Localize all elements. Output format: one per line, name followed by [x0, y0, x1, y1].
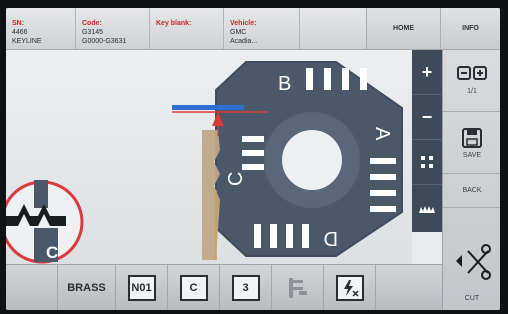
profile-letter: C — [46, 243, 58, 262]
back-label: BACK — [462, 187, 482, 194]
wheel-hub — [282, 130, 342, 190]
side-letter-a: A — [371, 127, 393, 141]
notch — [370, 158, 396, 164]
header-vehicle: Vehicle: GMC Acadia... — [224, 8, 300, 49]
power-cut-button[interactable] — [324, 265, 376, 310]
side-letter-c: C — [225, 172, 247, 186]
notch — [370, 174, 396, 180]
material-selector[interactable]: BRASS — [58, 265, 116, 310]
code-key: Code: — [82, 20, 102, 27]
plus-icon: + — [421, 61, 433, 82]
side-letter-b: B — [278, 73, 291, 95]
header-bar: SN: 4466 KEYLINE Code: G3145 G0000-G3631… — [6, 8, 500, 50]
notch — [270, 224, 277, 248]
lightning-x-icon — [343, 280, 359, 297]
profile-view-button[interactable] — [412, 185, 442, 230]
notch — [306, 68, 313, 90]
bottom-toolbar: BRASS N01 C 3 — [6, 264, 442, 310]
zoom-in-button[interactable]: + — [412, 50, 442, 95]
notch — [342, 68, 349, 90]
sn-key: SN: — [12, 20, 25, 27]
cut-label: CUT — [464, 295, 480, 302]
notch — [360, 68, 367, 90]
header-sn: SN: 4466 KEYLINE — [6, 8, 76, 49]
notch — [242, 136, 264, 142]
key-wheel-canvas: B A D C C — [6, 61, 403, 264]
tool-3-label: 3 — [242, 282, 249, 294]
key-blade — [202, 130, 220, 260]
caliper-icon — [288, 278, 307, 298]
right-panel: 1/1 SAVE BACK CUT — [442, 50, 500, 310]
header-keyblank: Key blank: — [150, 8, 224, 49]
zoom-toolbar: + − — [412, 50, 442, 232]
home-button[interactable]: HOME — [366, 8, 440, 49]
key-sides-icon — [457, 66, 487, 80]
tool-n01-label: N01 — [131, 282, 152, 294]
notch — [242, 150, 264, 156]
header-code: Code: G3145 G0000-G3631 — [76, 8, 150, 49]
caliper-button[interactable] — [272, 265, 324, 310]
fit-view-button[interactable] — [412, 140, 442, 185]
notch — [242, 164, 264, 170]
cut-button[interactable]: CUT — [443, 208, 500, 310]
code-range: G0000-G3631 — [82, 38, 127, 45]
vehicle-key: Vehicle: — [230, 20, 257, 27]
page-indicator: 1/1 — [467, 88, 477, 95]
material-label: BRASS — [67, 282, 106, 294]
save-label: SAVE — [462, 151, 482, 159]
tool-n01-box: N01 — [127, 275, 156, 301]
fit-view-icon — [421, 156, 433, 168]
notch — [324, 68, 331, 90]
keyblank-key: Key blank: — [156, 20, 192, 27]
vehicle-model: Acadia... — [230, 38, 258, 45]
notch — [302, 224, 309, 248]
tool-c-box: C — [179, 275, 208, 301]
minus-icon: − — [421, 106, 433, 127]
sn-owner: KEYLINE — [12, 38, 42, 45]
key-profile-icon — [419, 205, 435, 213]
save-button[interactable]: SAVE — [443, 112, 500, 174]
code-value: G3145 — [82, 29, 104, 36]
tool-3-box: 3 — [231, 275, 260, 301]
back-button[interactable]: BACK — [443, 174, 500, 208]
tool-c-label: C — [189, 282, 198, 294]
zoom-out-button[interactable]: − — [412, 95, 442, 140]
vehicle-make: GMC — [230, 29, 247, 36]
bottom-spacer — [6, 265, 58, 310]
home-label: HOME — [393, 25, 414, 32]
sn-value: 4466 — [12, 29, 28, 36]
tool-n01-button[interactable]: N01 — [116, 265, 168, 310]
scissors-icon — [456, 244, 491, 280]
info-button[interactable]: INFO — [440, 8, 500, 49]
floppy-disk-icon — [462, 127, 482, 148]
side-letter-d: D — [324, 227, 338, 249]
tool-c-button[interactable]: C — [168, 265, 220, 310]
app-screen: SN: 4466 KEYLINE Code: G3145 G0000-G3631… — [6, 8, 500, 310]
info-label: INFO — [462, 25, 479, 32]
profile-bar-top — [34, 180, 48, 208]
notch — [254, 224, 261, 248]
bottom-spacer-right — [376, 265, 442, 310]
power-cut-box — [335, 275, 364, 301]
notch — [286, 224, 293, 248]
depth-indicator-bar — [172, 105, 244, 110]
key-side-toggle[interactable]: 1/1 — [443, 50, 500, 112]
notch — [370, 190, 396, 196]
cutting-preview: B A D C C — [6, 50, 412, 264]
notch — [370, 206, 396, 212]
tool-3-button[interactable]: 3 — [220, 265, 272, 310]
